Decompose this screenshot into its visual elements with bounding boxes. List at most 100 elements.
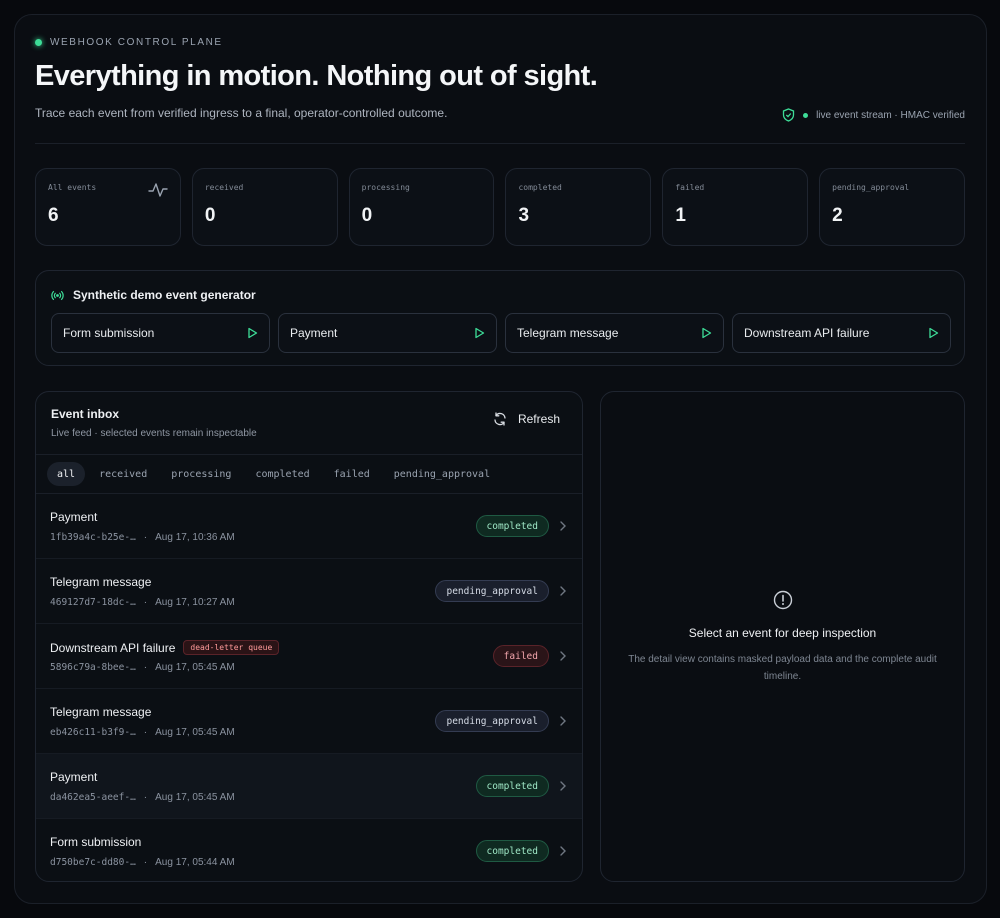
event-id: eb426c11-b3f9-… [50, 727, 136, 738]
event-meta: 1fb39a4c-b25e-… · Aug 17, 10:36 AM [50, 532, 235, 543]
refresh-button[interactable]: Refresh [493, 412, 560, 426]
generate-payment-button[interactable]: Payment [278, 313, 497, 353]
eyebrow-label: WEBHOOK CONTROL PLANE [50, 37, 223, 48]
activity-icon [148, 183, 168, 197]
stat-label: received [204, 183, 244, 192]
stat-completed: completed 3 [505, 168, 652, 246]
stat-value: 0 [204, 205, 216, 226]
event-id: 469127d7-18dc-… [50, 597, 136, 608]
generate-form-submission-button[interactable]: Form submission [51, 313, 270, 353]
live-dot-icon [35, 39, 42, 46]
event-inbox-panel: Event inbox Live feed · selected events … [35, 391, 583, 882]
meta-separator: · [143, 792, 148, 803]
event-row[interactable]: Telegram message 469127d7-18dc-… · Aug 17,… [36, 559, 582, 624]
event-time: Aug 17, 05:45 AM [155, 662, 235, 673]
event-time: Aug 17, 05:45 AM [155, 727, 235, 738]
generator-buttons: Form submission Payment Telegram message… [51, 313, 951, 353]
status-filter-tabs: all received processing completed failed… [47, 462, 500, 486]
chevron-right-icon [560, 651, 566, 661]
event-meta: 5896c79a-8bee-… · Aug 17, 05:45 AM [50, 662, 235, 673]
event-title-label: Downstream API failure [50, 640, 176, 655]
eyebrow: WEBHOOK CONTROL PLANE [35, 37, 223, 48]
refresh-icon [494, 412, 506, 426]
stream-status: live event stream · HMAC verified [782, 108, 965, 122]
event-row[interactable]: Form submission d750be7c-dd80-… · Aug 17, … [36, 819, 582, 881]
shield-check-icon [782, 108, 795, 122]
stat-value: 3 [518, 205, 530, 226]
event-time: Aug 17, 10:27 AM [155, 597, 235, 608]
event-meta: eb426c11-b3f9-… · Aug 17, 05:45 AM [50, 727, 235, 738]
stat-value: 1 [675, 205, 686, 226]
stat-received: received 0 [191, 168, 338, 246]
event-row[interactable]: Downstream API failure dead-letter queue … [36, 624, 582, 689]
play-icon [702, 327, 712, 339]
inbox-divider [36, 454, 582, 455]
broadcast-icon [51, 290, 64, 300]
event-time: Aug 17, 05:44 AM [155, 857, 235, 868]
status-badge: completed [475, 840, 549, 862]
info-alert-icon [773, 590, 793, 610]
play-icon [248, 327, 258, 339]
event-time: Aug 17, 10:36 AM [155, 532, 235, 543]
status-badge: pending_approval [435, 580, 549, 602]
inbox-title: Event inbox [51, 407, 120, 421]
event-row[interactable]: Payment da462ea5-aeef-… · Aug 17, 05:45 AM… [36, 754, 582, 819]
event-meta: da462ea5-aeef-… · Aug 17, 05:45 AM [50, 792, 235, 803]
filter-pending-approval[interactable]: pending_approval [384, 462, 500, 486]
event-list: Payment 1fb39a4c-b25e-… · Aug 17, 10:36 AM… [36, 494, 582, 881]
header-divider [35, 143, 965, 144]
status-badge: completed [475, 515, 549, 537]
play-icon [929, 327, 939, 339]
stat-label: completed [518, 183, 562, 192]
stat-label: pending_approval [832, 183, 910, 192]
status-badge: completed [475, 775, 549, 797]
refresh-label: Refresh [517, 412, 560, 426]
stats-row: All events 6 received 0 processing 0 com… [35, 168, 965, 246]
status-badge: pending_approval [435, 710, 549, 732]
meta-separator: · [143, 857, 148, 868]
filter-all[interactable]: all [47, 462, 86, 486]
stat-label: failed [675, 183, 705, 192]
event-title: Payment [50, 770, 97, 784]
event-meta: d750be7c-dd80-… · Aug 17, 05:44 AM [50, 857, 235, 868]
filter-failed[interactable]: failed [324, 462, 380, 486]
event-title-label: Payment [50, 510, 98, 524]
event-meta: 469127d7-18dc-… · Aug 17, 10:27 AM [50, 597, 235, 608]
generate-telegram-message-button[interactable]: Telegram message [505, 313, 724, 353]
generator-title: Synthetic demo event generator [51, 288, 256, 302]
generate-downstream-failure-button[interactable]: Downstream API failure [732, 313, 951, 353]
chevron-right-icon [560, 781, 566, 791]
stat-pending-approval: pending_approval 2 [819, 168, 965, 246]
stat-failed: failed 1 [662, 168, 809, 246]
dead-letter-tag: dead-letter queue [183, 640, 280, 655]
event-title: Telegram message [50, 705, 151, 719]
play-icon [475, 327, 485, 339]
meta-separator: · [143, 532, 148, 543]
inbox-header: Event inbox Live feed · selected events … [51, 407, 257, 439]
event-time: Aug 17, 05:45 AM [155, 792, 235, 803]
stat-value: 6 [48, 205, 59, 226]
event-id: 1fb39a4c-b25e-… [50, 532, 136, 543]
button-label: Telegram message [517, 326, 619, 340]
event-title: Payment [50, 510, 97, 524]
stat-processing: processing 0 [348, 168, 495, 246]
meta-separator: · [143, 727, 148, 738]
inbox-subtitle: Live feed · selected events remain inspe… [51, 428, 257, 439]
event-title: Form submission [50, 835, 141, 849]
chevron-right-icon [560, 521, 566, 531]
stat-label: processing [361, 183, 410, 192]
event-row[interactable]: Payment 1fb39a4c-b25e-… · Aug 17, 10:36 AM… [36, 494, 582, 559]
filter-received[interactable]: received [89, 462, 157, 486]
page-subtitle: Trace each event from verified ingress t… [35, 106, 448, 120]
button-label: Form submission [63, 326, 155, 340]
status-dot-icon [803, 112, 809, 118]
event-id: d750be7c-dd80-… [50, 857, 136, 868]
event-row[interactable]: Telegram message eb426c11-b3f9-… · Aug 17,… [36, 689, 582, 754]
generator-title-label: Synthetic demo event generator [73, 288, 256, 302]
stat-all-events: All events 6 [35, 168, 181, 246]
filter-completed[interactable]: completed [245, 462, 319, 486]
filter-processing[interactable]: processing [161, 462, 241, 486]
event-title-label: Telegram message [50, 705, 152, 719]
stat-value: 2 [832, 205, 843, 226]
event-id: da462ea5-aeef-… [50, 792, 136, 803]
